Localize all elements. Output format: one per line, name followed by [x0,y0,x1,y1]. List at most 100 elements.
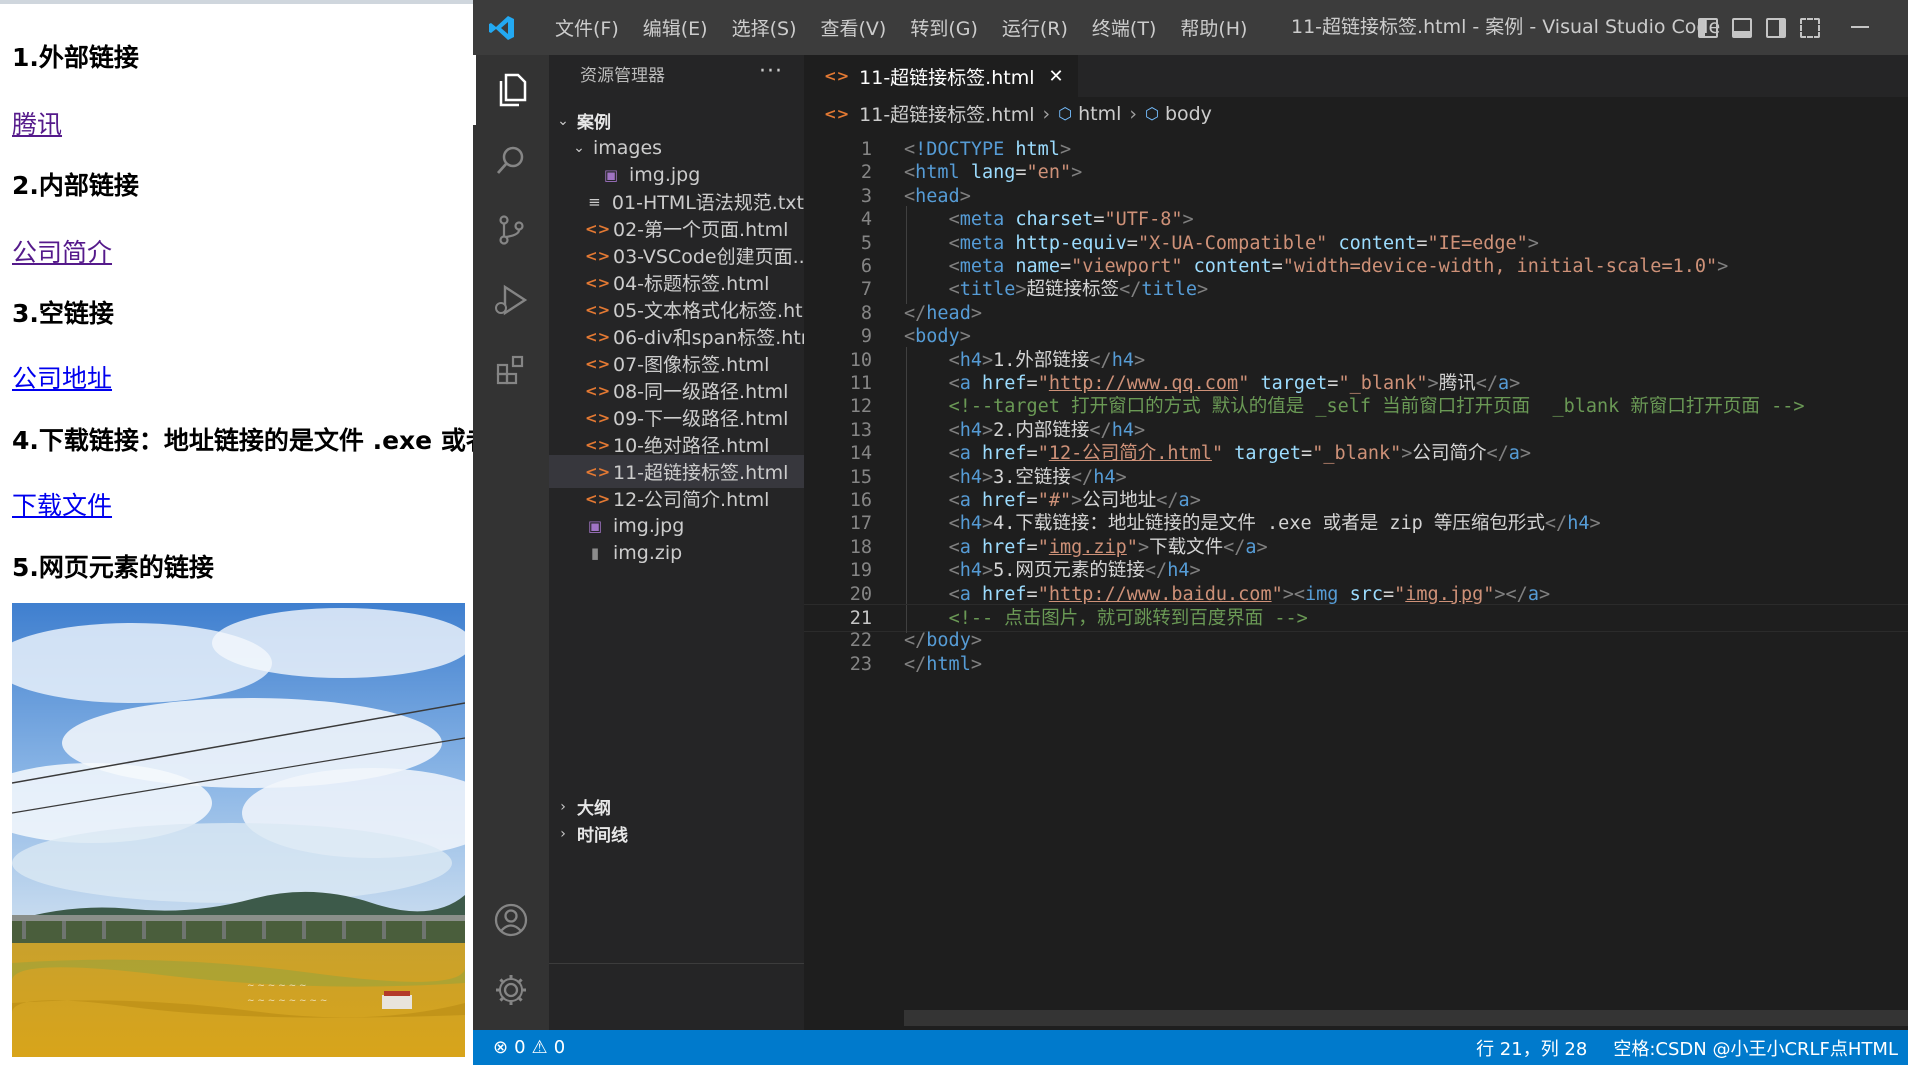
menu-view[interactable]: 查看(V) [809,14,899,41]
link-tencent[interactable]: 腾讯 [12,105,62,141]
code-token: = [1026,536,1038,558]
code-token: < [948,560,960,582]
breadcrumb-file[interactable]: 11-超链接标签.html [859,100,1034,127]
toggle-panel-icon[interactable] [1732,18,1752,38]
menu-file[interactable]: 文件(F) [543,14,631,41]
code-token: = [1416,232,1428,254]
breadcrumb-body[interactable]: body [1165,103,1212,125]
code-token: " [1238,373,1250,394]
run-and-debug-icon[interactable] [473,265,549,335]
file-item-label: 01-HTML语法规范.txt [611,192,804,214]
minimize-icon[interactable] [1851,26,1869,28]
horizontal-scrollbar[interactable] [904,1010,1908,1026]
cursor-position[interactable]: 行 21，列 28 [1476,1035,1587,1061]
file-item[interactable]: ▮ img.zip [549,536,804,569]
menu-selection[interactable]: 选择(S) [720,14,809,41]
code-token: head [926,302,971,324]
toggle-primary-sidebar-icon[interactable] [1698,18,1718,38]
file-item-label: 12-公司简介.html [613,489,770,511]
explorer-sidebar: 资源管理器 ··· ⌄ 案例 ⌄ images ▣ img.jpg ≡ 01-HTML… [549,55,804,1030]
activity-bar [473,55,549,1030]
settings-gear-icon[interactable] [473,955,549,1025]
landscape-image-link[interactable]: ~ ~ ~ ~ ~ ~ ~ ~ ~ ~ ~ ~ ~ ~ [12,603,465,1057]
menu-run[interactable]: 运行(R) [990,14,1080,41]
html-file-icon: <> [585,300,611,319]
code-token: " [1211,443,1224,465]
code-token: charset [1015,209,1094,231]
code-token: a [1497,373,1510,394]
code-token: = [1026,373,1038,394]
code-token: > [1059,139,1072,160]
file-item-label: 07-图像标签.html [613,354,770,376]
extensions-icon[interactable] [473,335,549,405]
code-token: = [1059,256,1072,277]
explorer-title: 资源管理器 [580,66,665,86]
toggle-secondary-sidebar-icon[interactable] [1766,18,1786,38]
code-token: > [970,630,982,652]
code-line[interactable]: 23 </html> [804,651,1908,679]
editor-status-info[interactable]: 空格:CSDN @小王小CRLF点HTML [1613,1035,1898,1061]
code-token: a [1508,443,1520,465]
code-token: </ [1144,560,1168,582]
customize-layout-icon[interactable] [1800,18,1820,38]
code-token: < [1293,583,1306,605]
layout-controls [1698,18,1820,38]
close-icon[interactable]: ✕ [1049,66,1064,87]
error-icon: ⊗ [493,1037,509,1058]
problems-indicator[interactable]: ⊗ 0 ⚠ 0 [493,1030,565,1065]
code-token: a [959,443,971,465]
code-token: "X-UA-Compatible" [1137,232,1328,254]
timeline-section[interactable]: › 时间线 [549,817,804,850]
breadcrumb-html[interactable]: html [1078,103,1121,125]
code-token: a [1245,536,1257,558]
code-token: < [948,373,960,394]
chevron-down-icon: ⌄ [573,139,585,156]
vscode-window: 文件(F) 编辑(E) 选择(S) 查看(V) 转到(G) 运行(R) 终端(T… [473,0,1908,1065]
html-file-icon: <> [585,489,611,508]
code-token: < [948,419,960,441]
code-token: = [1327,373,1339,394]
link-download-file[interactable]: 下载文件 [12,486,112,522]
code-token: h4 [1093,466,1116,488]
code-token: > [1115,466,1127,488]
menu-go[interactable]: 转到(G) [898,14,990,41]
explorer-icon[interactable] [473,55,549,125]
menu-help[interactable]: 帮助(H) [1168,14,1259,41]
editor-tabs: <> 11-超链接标签.html ✕ [804,55,1908,97]
code-token: </ [1119,279,1142,301]
file-item-label: img.zip [613,541,683,564]
code-token: < [948,536,960,558]
code-token: < [948,466,960,488]
search-icon[interactable] [473,125,549,195]
folder-root-label: 案例 [577,113,611,133]
code-token: </ [1070,466,1094,488]
code-token: name [1015,256,1060,277]
code-token: body [915,326,960,348]
html-file-icon: <> [585,246,611,265]
code-token: meta [959,256,1005,277]
image-file-icon: ▣ [603,165,619,184]
code-token: > [1133,419,1146,441]
code-token: < [904,326,916,348]
code-token: </ [1475,373,1498,394]
timeline-label: 时间线 [577,826,628,846]
outline-label: 大纲 [577,799,611,819]
code-token: lang [970,162,1016,184]
link-company-address[interactable]: 公司地址 [12,359,112,395]
code-token: "viewport" [1071,256,1183,277]
menu-edit[interactable]: 编辑(E) [631,14,720,41]
tab-active-file[interactable]: <> 11-超链接标签.html ✕ [804,55,1078,97]
link-company-profile[interactable]: 公司简介 [12,233,112,269]
code-token: " [1037,443,1049,465]
accounts-icon[interactable] [473,885,549,955]
more-actions-icon[interactable]: ··· [759,59,783,84]
code-token: a [1178,490,1190,511]
html-file-icon: <> [585,219,611,238]
menu-terminal[interactable]: 终端(T) [1080,14,1168,41]
source-control-icon[interactable] [473,195,549,265]
code-token: img.jpg [1405,583,1484,605]
